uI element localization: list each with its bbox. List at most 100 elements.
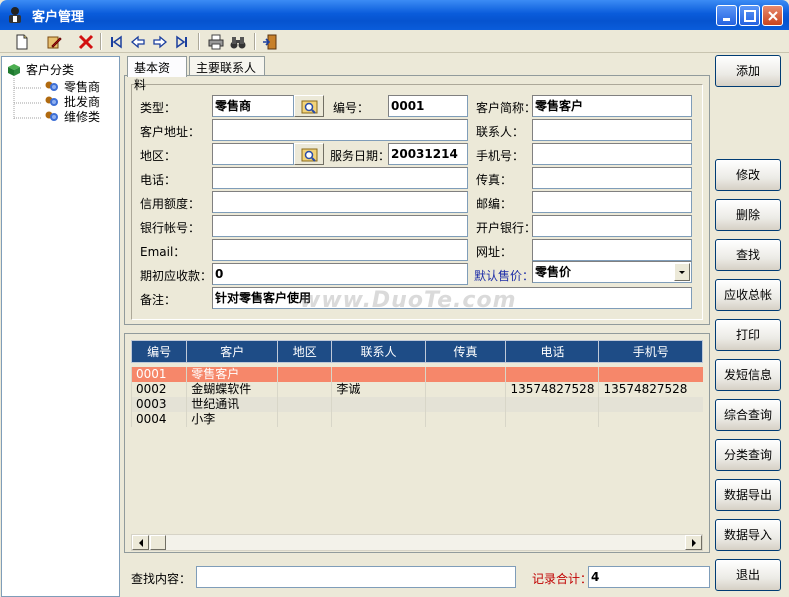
type-lookup-button[interactable] [294, 95, 324, 117]
delete-icon [78, 34, 94, 50]
contact-field[interactable] [532, 119, 692, 141]
modify-button[interactable]: 修改 [715, 159, 781, 191]
table-cell [505, 396, 599, 412]
record-count-field: 4 [588, 566, 710, 588]
search-input[interactable] [196, 566, 516, 588]
bank-label: 开户银行： [476, 221, 537, 235]
scroll-thumb[interactable] [150, 535, 166, 550]
short-name-label: 客户简称： [476, 101, 537, 115]
import-button[interactable]: 数据导入 [715, 519, 781, 551]
tab-basic-info[interactable]: 基本资料 [127, 56, 187, 92]
contact-label: 联系人： [476, 125, 525, 139]
exit-door-icon [263, 34, 277, 50]
column-header[interactable]: 联系人 [331, 340, 426, 363]
chevron-down-icon [679, 271, 685, 274]
remove-button[interactable]: 删除 [715, 199, 781, 231]
toolbar [0, 30, 789, 53]
postcode-field[interactable] [532, 191, 692, 213]
table-cell [505, 411, 599, 427]
search-button[interactable] [228, 32, 248, 51]
find-button[interactable]: 查找 [715, 239, 781, 271]
column-header[interactable]: 手机号 [598, 340, 703, 363]
edit-button[interactable] [44, 32, 64, 51]
service-date-field[interactable]: 20031214 [388, 143, 468, 165]
dropdown-button[interactable] [674, 263, 690, 281]
table-row[interactable]: 0003 世纪通讯 [131, 396, 703, 412]
table-row[interactable]: 0002 金蝴蝶软件 李诚 13574827528 13574827528 [131, 381, 703, 397]
type-field[interactable]: 零售商 [212, 95, 294, 117]
mobile-label: 手机号： [476, 149, 525, 163]
column-header[interactable]: 编号 [131, 340, 188, 363]
short-name-field[interactable]: 零售客户 [532, 95, 692, 117]
table-row[interactable]: 0004 小李 [131, 411, 703, 427]
phone-field[interactable] [212, 167, 468, 189]
column-header[interactable]: 地区 [277, 340, 333, 363]
horizontal-scrollbar[interactable] [131, 534, 703, 551]
edit-icon [47, 36, 62, 49]
new-document-icon [16, 34, 28, 50]
table-cell [598, 411, 703, 427]
people-icon [45, 96, 58, 106]
email-field[interactable] [212, 239, 468, 261]
column-header[interactable]: 传真 [424, 340, 507, 363]
category-query-button[interactable]: 分类查询 [715, 439, 781, 471]
table-cell: 0001 [131, 366, 187, 382]
maximize-button[interactable] [739, 5, 760, 26]
scroll-left-button[interactable] [132, 535, 149, 550]
exit-button[interactable]: 退出 [715, 559, 781, 591]
exit-toolbar-button[interactable] [260, 32, 280, 51]
phone-label: 电话： [140, 173, 177, 187]
table-cell: 世纪通讯 [186, 396, 278, 412]
tab-main-contacts[interactable]: 主要联系人 [189, 56, 265, 76]
table-cell [277, 411, 332, 427]
table-row[interactable]: 0001 零售客户 [131, 366, 703, 382]
table-cell [424, 411, 506, 427]
record-count-label: 记录合计： [532, 572, 593, 586]
export-button[interactable]: 数据导出 [715, 479, 781, 511]
column-header[interactable]: 客户 [186, 340, 279, 363]
previous-record-button[interactable] [128, 32, 148, 51]
mobile-field[interactable] [532, 143, 692, 165]
table-cell: 0004 [131, 411, 187, 427]
send-sms-button[interactable]: 发短信息 [715, 359, 781, 391]
website-field[interactable] [532, 239, 692, 261]
region-lookup-button[interactable] [294, 143, 324, 165]
fax-field[interactable] [532, 167, 692, 189]
binoculars-icon [230, 37, 246, 49]
table-cell: 零售客户 [186, 366, 278, 382]
code-field[interactable]: 0001 [388, 95, 468, 117]
add-button[interactable]: 添加 [715, 55, 781, 87]
new-button[interactable] [12, 32, 32, 51]
table-cell [505, 366, 599, 382]
default-price-select[interactable]: 零售价 [532, 261, 692, 283]
fax-label: 传真： [476, 173, 513, 187]
watermark-text: www.DuoTe.com [300, 288, 517, 313]
close-button[interactable] [762, 5, 783, 26]
service-date-label: 服务日期： [330, 149, 391, 163]
delete-button[interactable] [76, 32, 96, 51]
combined-query-button[interactable]: 综合查询 [715, 399, 781, 431]
table-cell [598, 366, 703, 382]
initial-ar-field[interactable]: 0 [212, 263, 468, 285]
last-record-button[interactable] [172, 32, 192, 51]
scroll-right-button[interactable] [685, 535, 702, 550]
bank-account-field[interactable] [212, 215, 468, 237]
credit-field[interactable] [212, 191, 468, 213]
column-header[interactable]: 电话 [505, 340, 600, 363]
category-tree: 客户分类 零售商 批发商 维修类 [1, 56, 120, 597]
table-cell: 金蝴蝶软件 [186, 381, 278, 397]
first-record-button[interactable] [106, 32, 126, 51]
minimize-button[interactable] [716, 5, 737, 26]
address-field[interactable] [212, 119, 468, 141]
print-action-button[interactable]: 打印 [715, 319, 781, 351]
arrow-right-icon [153, 35, 168, 49]
print-button[interactable] [206, 32, 226, 51]
ar-summary-button[interactable]: 应收总帐 [715, 279, 781, 311]
region-field[interactable] [212, 143, 294, 165]
title-bar: 客户管理 [0, 0, 789, 30]
cube-icon [8, 64, 20, 76]
bank-field[interactable] [532, 215, 692, 237]
next-record-button[interactable] [150, 32, 170, 51]
people-icon [45, 81, 58, 91]
table-cell: 李诚 [331, 381, 426, 397]
